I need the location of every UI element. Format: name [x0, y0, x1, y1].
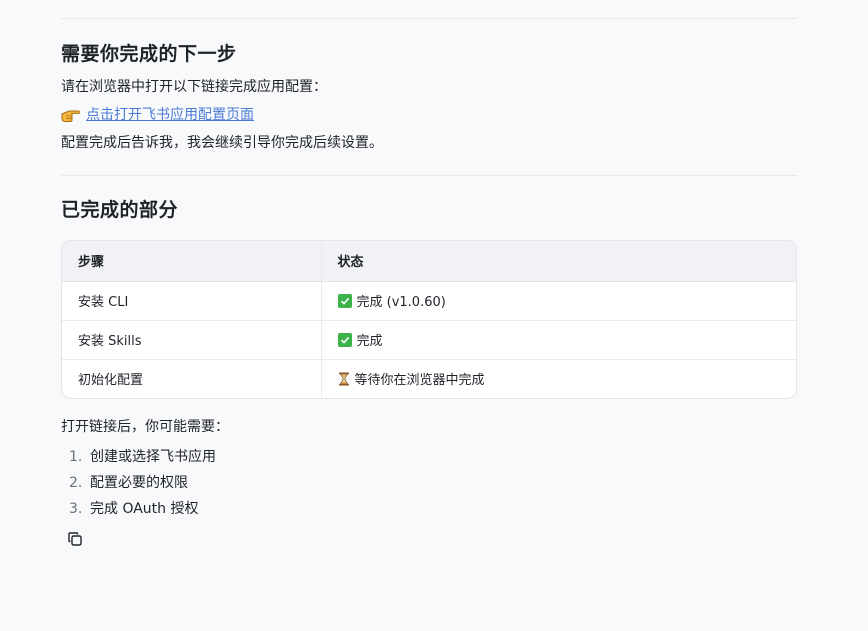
column-header-step: 步骤 [62, 241, 321, 282]
status-cell: 完成 [320, 319, 796, 359]
divider [61, 18, 797, 19]
list-text: 完成 OAuth 授权 [90, 501, 199, 517]
list-text: 配置必要的权限 [90, 475, 188, 491]
config-link-line: 点击打开飞书应用配置页面 [61, 104, 254, 126]
copy-button[interactable] [62, 528, 88, 554]
table-header-row: 步骤 状态 [62, 241, 796, 282]
table-row: 安装 CLI 完成 (v1.0.60) [62, 281, 796, 320]
table-row: 初始化配置 等待你在浏览器中完成 [62, 358, 796, 398]
step-cell: 安装 Skills [62, 319, 321, 359]
status-cell: 完成 (v1.0.60) [320, 281, 796, 320]
divider [61, 175, 797, 176]
status-table: 步骤 状态 安装 CLI 完成 (v1.0.60) 安装 Skills 完成 初… [61, 240, 797, 399]
status-text: 等待你在浏览器中完成 [354, 373, 485, 389]
done-heading: 已完成的部分 [61, 199, 179, 221]
list-number: 1. [69, 449, 83, 465]
after-config-text: 配置完成后告诉我，我会继续引导你完成后续设置。 [61, 135, 383, 151]
step-cell: 安装 CLI [78, 295, 129, 310]
pointing-hand-icon [61, 107, 81, 123]
status-text: 完成 (v1.0.60) [356, 295, 446, 310]
status-cell: 等待你在浏览器中完成 [320, 358, 796, 398]
list-number: 3. [69, 501, 83, 517]
list-item: 3. 完成 OAuth 授权 [61, 496, 216, 522]
followup-list: 1. 创建或选择飞书应用 2. 配置必要的权限 3. 完成 OAuth 授权 [61, 444, 216, 522]
list-number: 2. [69, 475, 83, 491]
open-config-link[interactable]: 点击打开飞书应用配置页面 [86, 104, 254, 126]
list-item: 1. 创建或选择飞书应用 [61, 444, 216, 470]
list-item: 2. 配置必要的权限 [61, 470, 216, 496]
list-text: 创建或选择飞书应用 [90, 449, 216, 465]
next-step-heading: 需要你完成的下一步 [61, 43, 237, 65]
copy-icon [67, 531, 83, 551]
instruction-text: 请在浏览器中打开以下链接完成应用配置： [61, 79, 327, 95]
followup-intro: 打开链接后，你可能需要： [61, 419, 229, 435]
column-header-status: 状态 [320, 241, 796, 282]
check-icon [337, 293, 352, 308]
step-cell: 初始化配置 [62, 358, 321, 398]
status-text: 完成 [356, 334, 383, 349]
hourglass-icon [338, 372, 350, 386]
table-row: 安装 Skills 完成 [62, 319, 796, 359]
check-icon [337, 332, 352, 347]
